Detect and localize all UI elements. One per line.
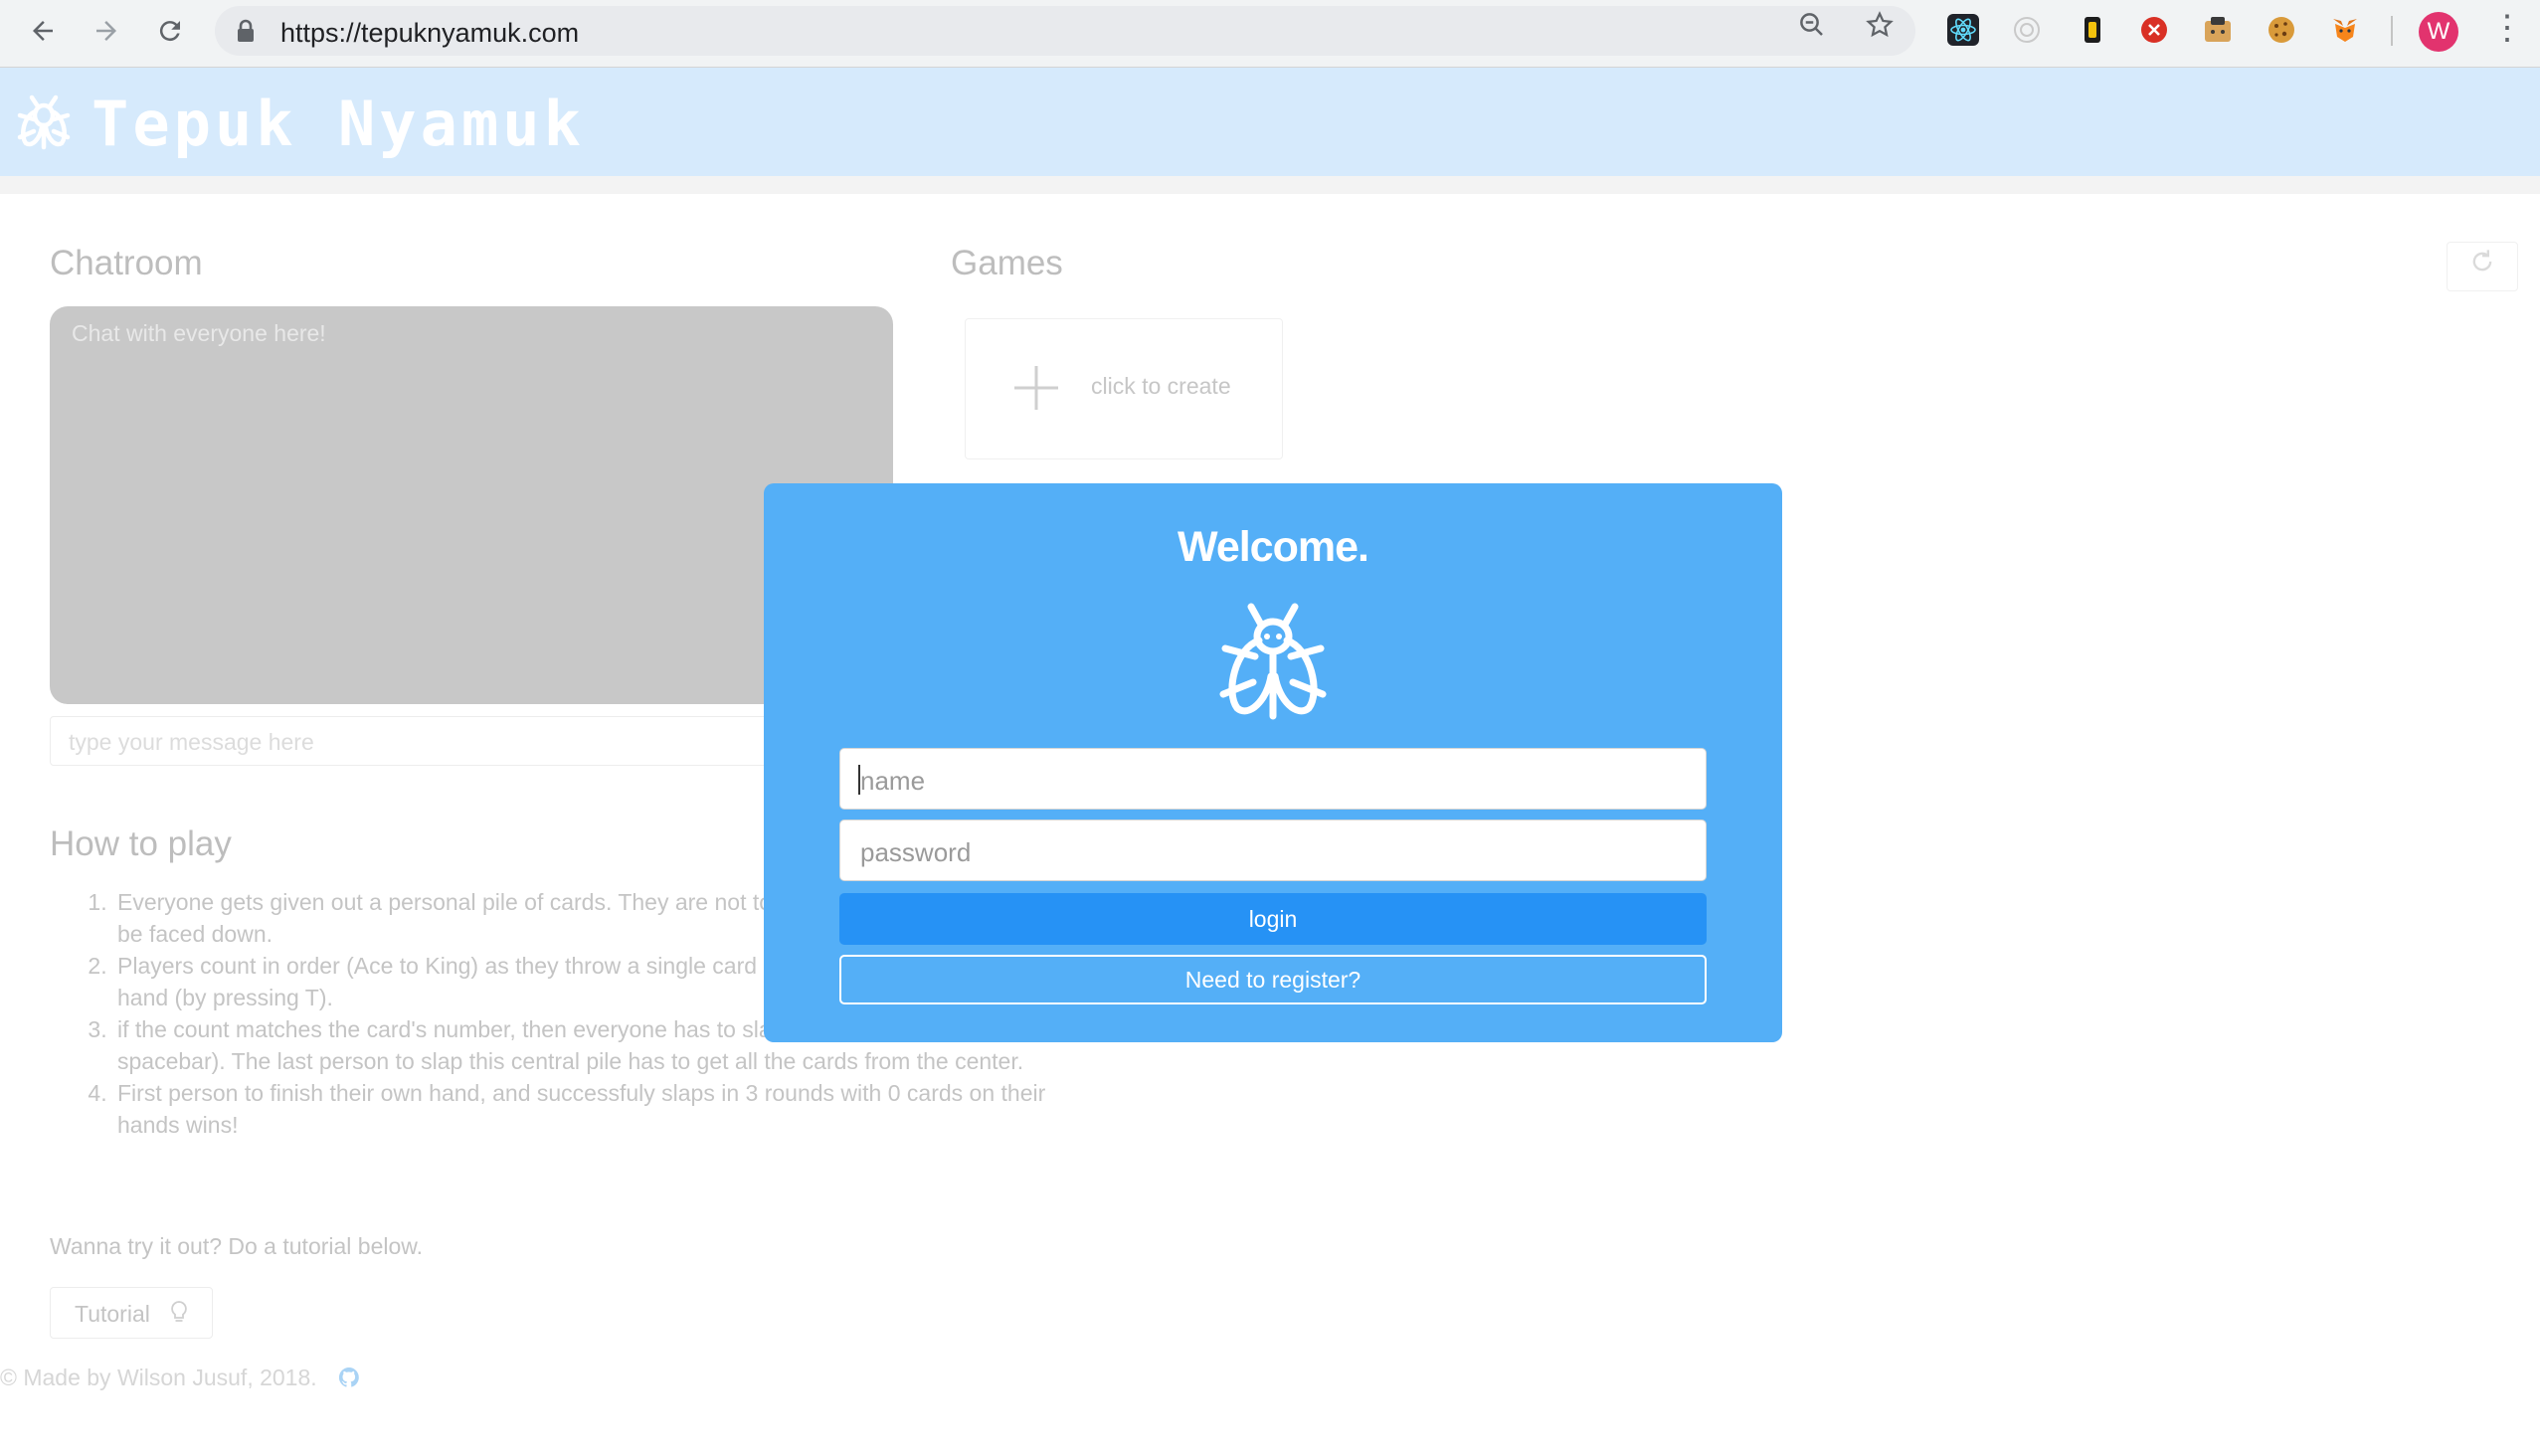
blocker-extension-icon[interactable]: [2138, 14, 2170, 46]
login-button[interactable]: login: [839, 893, 1707, 945]
tutorial-label: Tutorial: [75, 1301, 150, 1327]
toolbar-divider: [2391, 16, 2393, 46]
github-icon[interactable]: [337, 1365, 361, 1389]
plus-icon: [1014, 366, 1058, 410]
name-placeholder: name: [860, 766, 926, 796]
footer-credit: © Made by Wilson Jusuf, 2018.: [0, 1365, 317, 1390]
profile-avatar[interactable]: W: [2419, 12, 2458, 52]
key-extension-icon[interactable]: [2077, 14, 2108, 46]
refresh-games-button[interactable]: [2447, 242, 2518, 291]
chat-message-placeholder: type your message here: [69, 729, 314, 755]
footer: © Made by Wilson Jusuf, 2018.: [0, 1365, 361, 1391]
bug-logo-icon[interactable]: [14, 91, 74, 153]
create-game-card[interactable]: click to create: [965, 318, 1283, 459]
lock-icon: [238, 19, 254, 42]
how-to-play-title: How to play: [50, 824, 232, 863]
rule-item: First person to finish their own hand, a…: [113, 1077, 1068, 1141]
password-placeholder: password: [860, 837, 972, 867]
reload-icon[interactable]: [147, 8, 193, 54]
name-input[interactable]: name: [839, 748, 1707, 810]
create-game-label: click to create: [1091, 373, 1231, 399]
back-icon[interactable]: [20, 8, 66, 54]
chat-message-input[interactable]: type your message here: [50, 716, 776, 766]
register-button[interactable]: Need to register?: [839, 955, 1707, 1004]
star-icon[interactable]: [1864, 10, 1896, 42]
lightbulb-icon: [171, 1301, 187, 1322]
address-bar[interactable]: https://tepuknyamuk.com: [215, 6, 1915, 56]
cookie-icon[interactable]: [2266, 14, 2297, 46]
menu-icon[interactable]: ⋮: [2490, 8, 2524, 48]
metamask-fox-icon[interactable]: [2329, 14, 2361, 46]
browser-toolbar: https://tepuknyamuk.com W ⋮: [0, 0, 2540, 68]
url-text: https://tepuknyamuk.com: [280, 18, 580, 48]
forward-icon[interactable]: [84, 8, 129, 54]
zoom-icon[interactable]: [1796, 10, 1828, 42]
react-devtools-icon[interactable]: [1947, 14, 1979, 46]
site-brand[interactable]: Tepuk Nyamuk: [91, 88, 585, 160]
games-title: Games: [951, 244, 1063, 282]
target-extension-icon[interactable]: [2011, 14, 2043, 46]
tutorial-prompt: Wanna try it out? Do a tutorial below.: [50, 1233, 424, 1259]
folder-extension-icon[interactable]: [2202, 14, 2234, 46]
password-input[interactable]: password: [839, 819, 1707, 881]
bug-icon: [1219, 603, 1327, 720]
chat-placeholder: Chat with everyone here!: [72, 320, 326, 346]
login-modal: Welcome. name password login Need to reg…: [764, 483, 1782, 1042]
modal-title: Welcome.: [1178, 523, 1369, 571]
tutorial-button[interactable]: Tutorial: [50, 1287, 213, 1339]
refresh-icon: [2472, 250, 2492, 272]
header-divider-band: [0, 176, 2540, 194]
chatroom-title: Chatroom: [50, 244, 203, 282]
site-header: Tepuk Nyamuk: [0, 68, 2540, 176]
